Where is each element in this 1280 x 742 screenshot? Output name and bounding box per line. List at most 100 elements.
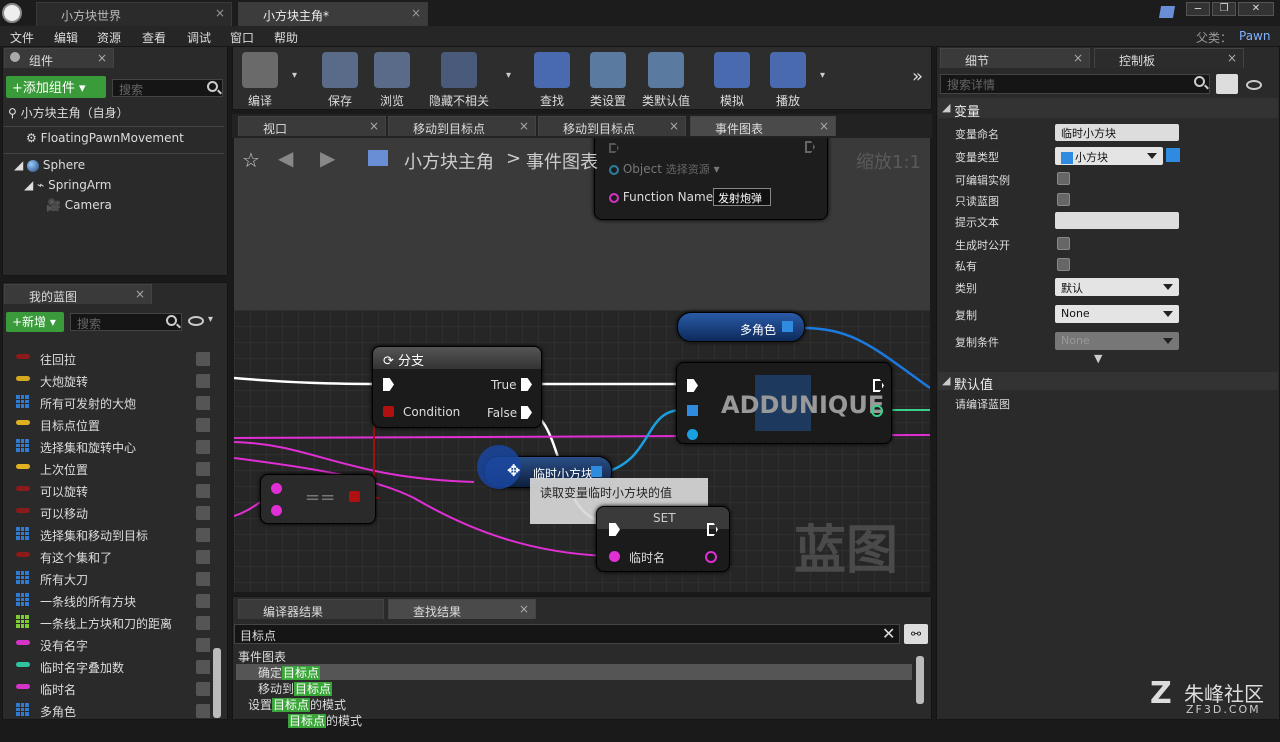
list-view-icon[interactable] — [1216, 74, 1238, 94]
result-row[interactable]: 移动到目标点 — [236, 680, 912, 696]
toolbar-button-play[interactable]: 播放 — [762, 50, 814, 108]
add-unique-array-pin[interactable] — [687, 405, 698, 416]
branch-exec-in-pin[interactable] — [383, 378, 394, 391]
variable-item[interactable]: 大炮旋转 — [8, 370, 210, 392]
back-arrow-icon[interactable]: ◀ — [278, 146, 293, 170]
visibility-toggle-icon[interactable] — [196, 660, 210, 674]
equals-node[interactable]: == — [260, 474, 376, 524]
breadcrumb-root[interactable]: 小方块主角 — [404, 148, 494, 174]
temp-cube-output-pin[interactable] — [591, 466, 602, 477]
menu-asset[interactable]: 资源 — [97, 29, 121, 46]
tab-details[interactable]: 细节 × — [940, 48, 1090, 68]
forward-arrow-icon[interactable]: ▶ — [320, 146, 335, 170]
close-window-button[interactable]: ✕ — [1238, 2, 1274, 16]
result-row[interactable]: 设置目标点的模式 — [236, 696, 912, 712]
variable-item[interactable]: 所有可发射的大炮 — [8, 392, 210, 414]
results-scrollbar[interactable] — [916, 656, 924, 704]
visibility-toggle-icon[interactable] — [196, 704, 210, 718]
toolbar-button-browse[interactable]: 浏览 — [366, 50, 418, 108]
dropdown-arrow-icon[interactable]: ▾ — [292, 70, 297, 81]
detail-dropdown[interactable]: 默认 — [1055, 278, 1179, 296]
visibility-eye-icon[interactable] — [1246, 80, 1262, 90]
add-component-button[interactable]: +添加组件 ▾ — [6, 76, 106, 98]
visibility-toggle-icon[interactable] — [196, 616, 210, 630]
dropdown-arrow-icon[interactable]: ▾ — [820, 70, 825, 81]
visibility-eye-icon[interactable] — [188, 316, 204, 326]
visibility-toggle-icon[interactable] — [196, 374, 210, 388]
visibility-toggle-icon[interactable] — [196, 594, 210, 608]
toolbar-overflow-icon[interactable]: » — [912, 66, 923, 87]
variable-item[interactable]: 没有名字 — [8, 634, 210, 656]
variable-item[interactable]: 一条线上方块和刀的距离 — [8, 612, 210, 634]
tab-control-panel[interactable]: 控制板 × — [1094, 48, 1244, 68]
variable-section-header[interactable] — [938, 98, 1278, 118]
function-name-input[interactable]: 发射炮弹 — [713, 188, 771, 206]
tab-event-graph[interactable]: 事件图表 × — [690, 116, 836, 136]
favorite-star-icon[interactable]: ☆ — [242, 148, 260, 172]
maximize-button[interactable]: ❐ — [1212, 2, 1236, 16]
equals-input-b-pin[interactable] — [271, 505, 282, 516]
menu-view[interactable]: 查看 — [142, 29, 166, 46]
visibility-toggle-icon[interactable] — [196, 572, 210, 586]
component-springarm[interactable]: ◢ ⌁ SpringArm — [24, 178, 111, 192]
tab-move-to-target-2[interactable]: 移动到目标点 × — [538, 116, 686, 136]
result-row[interactable]: 确定目标点 — [236, 664, 912, 680]
true-exec-pin[interactable] — [521, 378, 532, 391]
variable-item[interactable]: 临时名 — [8, 678, 210, 700]
component-floating-pawn-movement[interactable]: ⚙ FloatingPawnMovement — [26, 131, 184, 145]
visibility-toggle-icon[interactable] — [196, 418, 210, 432]
find-results-query-input[interactable]: 目标点 — [234, 624, 900, 644]
detail-checkbox[interactable] — [1057, 172, 1070, 185]
variable-item[interactable]: 所有大刀 — [8, 568, 210, 590]
result-row[interactable]: 目标点的模式 — [236, 712, 912, 728]
set-node[interactable]: SET 临时名 — [596, 506, 730, 572]
array-pin[interactable] — [782, 321, 793, 332]
component-self[interactable]: ⚲ 小方块主角（自身） — [8, 104, 129, 121]
variable-item[interactable]: 可以旋转 — [8, 480, 210, 502]
tab-viewport[interactable]: 视口 × — [238, 116, 386, 136]
tab-components[interactable]: 组件 × — [4, 48, 114, 68]
menu-help[interactable]: 帮助 — [274, 29, 298, 46]
tab-move-to-target-1[interactable]: 移动到目标点 × — [388, 116, 536, 136]
tab-compiler-results[interactable]: 编译器结果 — [238, 599, 384, 619]
false-exec-pin[interactable] — [521, 406, 532, 419]
equals-input-a-pin[interactable] — [271, 483, 282, 494]
variable-item[interactable]: 往回拉 — [8, 348, 210, 370]
equals-output-pin[interactable] — [349, 491, 360, 502]
menu-window[interactable]: 窗口 — [230, 29, 254, 46]
visibility-toggle-icon[interactable] — [196, 396, 210, 410]
find-binoculars-button[interactable]: ⚯ — [904, 624, 928, 644]
toolbar-button-hide-unrelated[interactable]: 隐藏不相关 — [424, 50, 494, 108]
set-name-output-pin[interactable] — [705, 551, 717, 563]
set-name-input-pin[interactable] — [609, 551, 620, 562]
variable-item[interactable]: 选择集和旋转中心 — [8, 436, 210, 458]
menu-debug[interactable]: 调试 — [187, 29, 211, 46]
condition-pin[interactable] — [383, 406, 394, 417]
clear-search-icon[interactable]: ✕ — [882, 624, 895, 643]
detail-text-input[interactable] — [1055, 212, 1179, 229]
function-name-pin[interactable]: Function Name — [609, 190, 713, 204]
visibility-toggle-icon[interactable] — [196, 638, 210, 652]
variable-item[interactable]: 临时名字叠加数 — [8, 656, 210, 678]
container-type-icon[interactable] — [1166, 148, 1180, 162]
minimize-button[interactable]: ‒ — [1186, 2, 1210, 16]
event-graph-canvas[interactable]: Object 选择资源 ▾ Function Name 发射炮弹 ☆ ◀ ▶ 小… — [234, 138, 930, 592]
add-unique-node[interactable]: ADDUNIQUE — [676, 362, 892, 444]
chevron-down-icon[interactable]: ▾ — [208, 314, 213, 325]
components-search-input[interactable]: 搜索 — [112, 79, 223, 97]
detail-text-input[interactable]: 临时小方块 — [1055, 124, 1179, 141]
unreal-logo-icon[interactable] — [2, 3, 22, 23]
variable-item[interactable]: 有这个集和了 — [8, 546, 210, 568]
visibility-toggle-icon[interactable] — [196, 440, 210, 454]
add-unique-exec-in-pin[interactable] — [687, 379, 698, 392]
branch-node[interactable]: ⟳ 分支 Condition True False — [372, 346, 542, 428]
visibility-toggle-icon[interactable] — [196, 682, 210, 696]
menu-edit[interactable]: 编辑 — [54, 29, 78, 46]
detail-checkbox[interactable] — [1057, 237, 1070, 250]
variable-item[interactable]: 可以移动 — [8, 502, 210, 524]
toolbar-button-compile[interactable]: 编译 — [234, 50, 286, 108]
multi-role-variable-node[interactable]: 多角色 — [677, 312, 805, 342]
new-button[interactable]: +新增 ▾ — [6, 312, 64, 332]
variable-item[interactable]: 选择集和移动到目标 — [8, 524, 210, 546]
window-tab-world[interactable]: 小方块世界 × — [36, 2, 232, 26]
